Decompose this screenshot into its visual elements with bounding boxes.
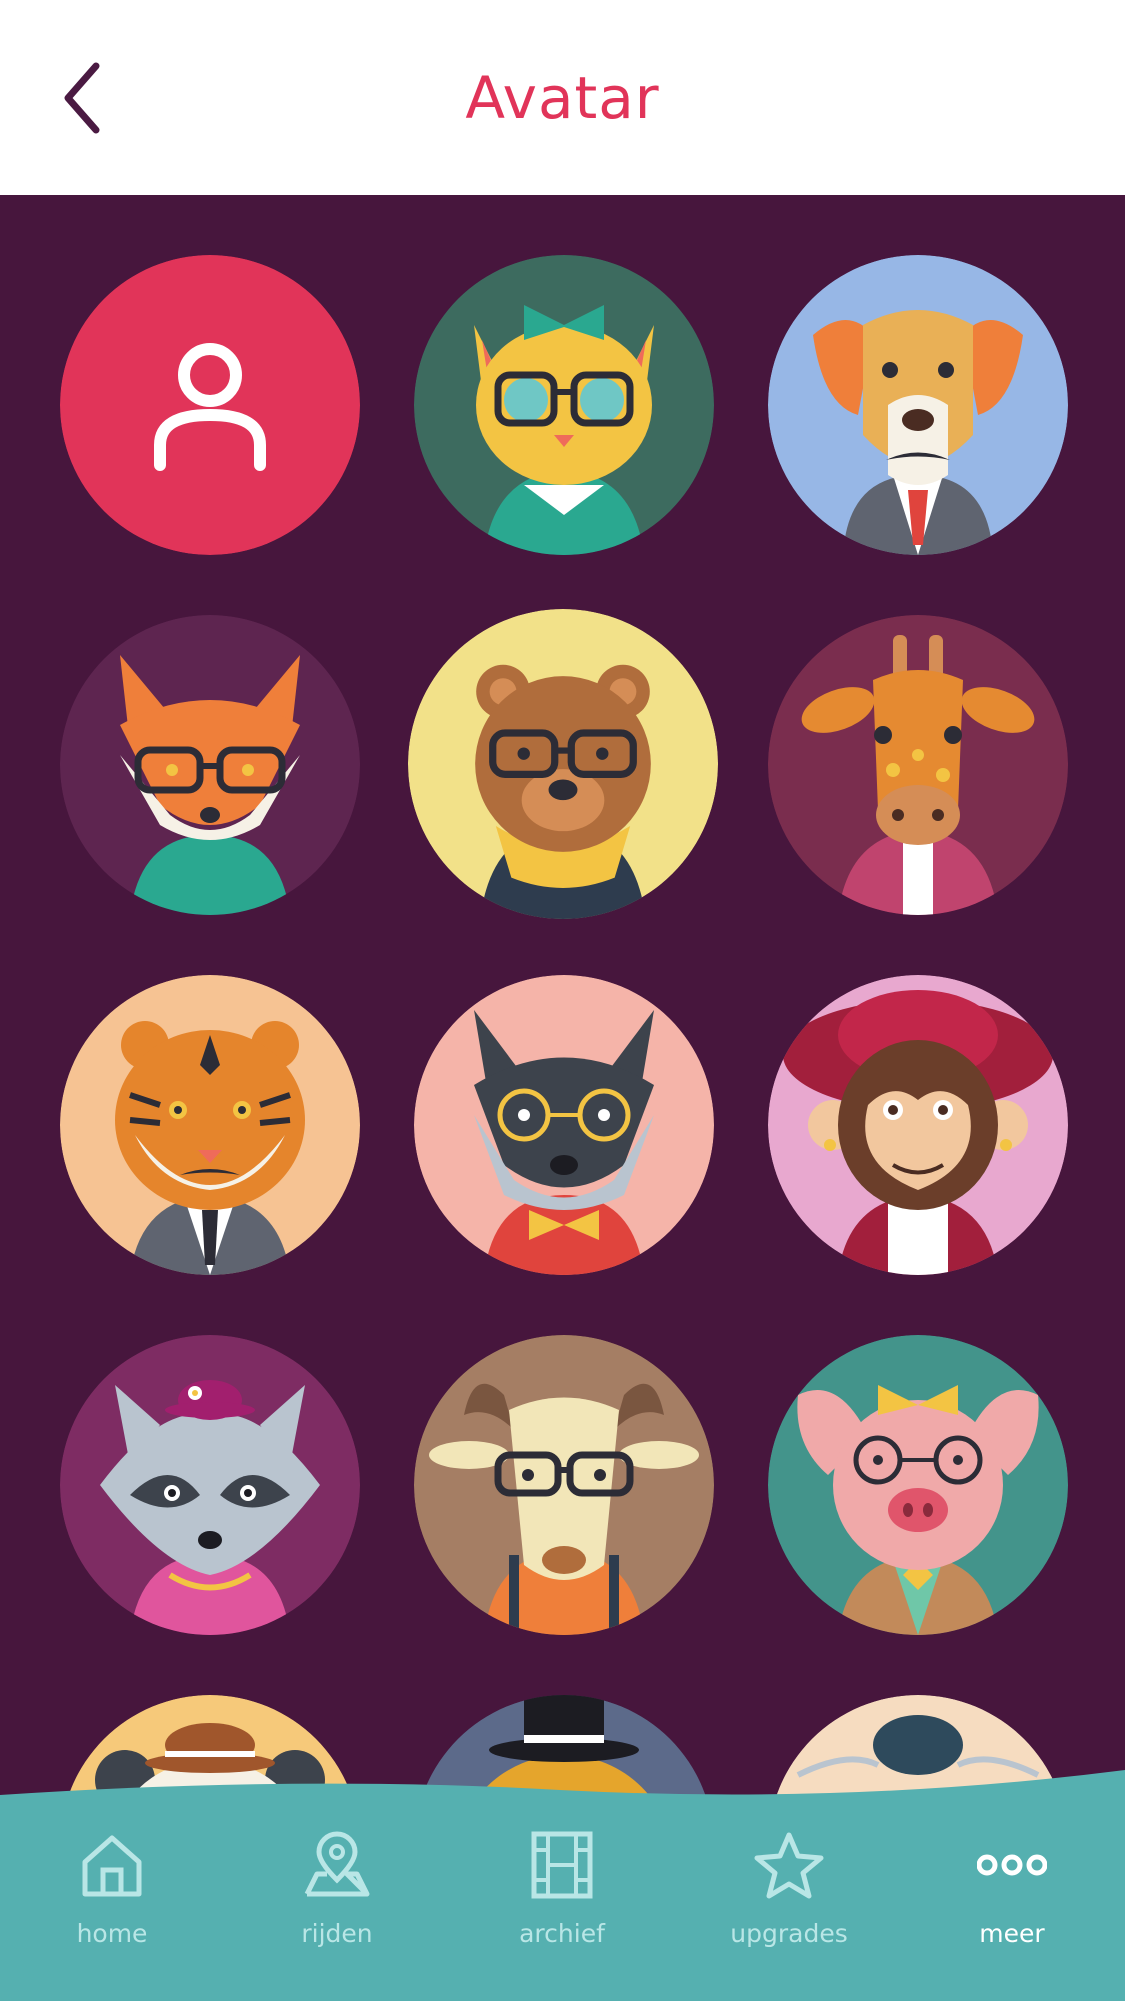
avatar-cat[interactable]	[414, 255, 714, 555]
tab-rijden[interactable]: rijden	[237, 1825, 437, 1975]
avatar-raccoon[interactable]	[60, 1335, 360, 1635]
back-button[interactable]	[48, 53, 118, 143]
tab-meer-label: meer	[979, 1919, 1045, 1948]
more-icon	[977, 1854, 1047, 1876]
avatar-goat[interactable]	[414, 1335, 714, 1635]
avatar-grid	[0, 195, 1125, 2001]
map-pin-icon	[304, 1831, 370, 1897]
tab-home[interactable]: home	[12, 1825, 212, 1975]
tab-archief-label: archief	[519, 1919, 605, 1948]
avatar-tiger[interactable]	[60, 975, 360, 1275]
film-icon	[531, 1831, 593, 1899]
avatar-default-user[interactable]	[60, 255, 360, 555]
tab-archief[interactable]: archief	[462, 1825, 662, 1975]
home-icon	[82, 1835, 142, 1897]
tab-meer[interactable]: meer	[912, 1825, 1112, 1975]
avatar-bear[interactable]	[408, 609, 718, 919]
tab-bar: home rijden archief upgrades meer	[0, 1765, 1125, 2001]
page-title: Avatar	[465, 63, 660, 132]
star-icon	[754, 1832, 824, 1899]
tab-home-label: home	[76, 1919, 148, 1948]
avatar-giraffe[interactable]	[768, 615, 1068, 915]
avatar-dog[interactable]	[768, 255, 1068, 555]
tab-rijden-label: rijden	[301, 1919, 373, 1948]
avatar-wolf[interactable]	[414, 975, 714, 1275]
header: Avatar	[0, 0, 1125, 195]
avatar-fox[interactable]	[60, 615, 360, 915]
avatar-pig[interactable]	[768, 1335, 1068, 1635]
tab-upgrades[interactable]: upgrades	[689, 1825, 889, 1975]
chevron-left-icon	[64, 62, 100, 133]
tab-upgrades-label: upgrades	[730, 1919, 848, 1948]
avatar-monkey[interactable]	[768, 975, 1068, 1275]
